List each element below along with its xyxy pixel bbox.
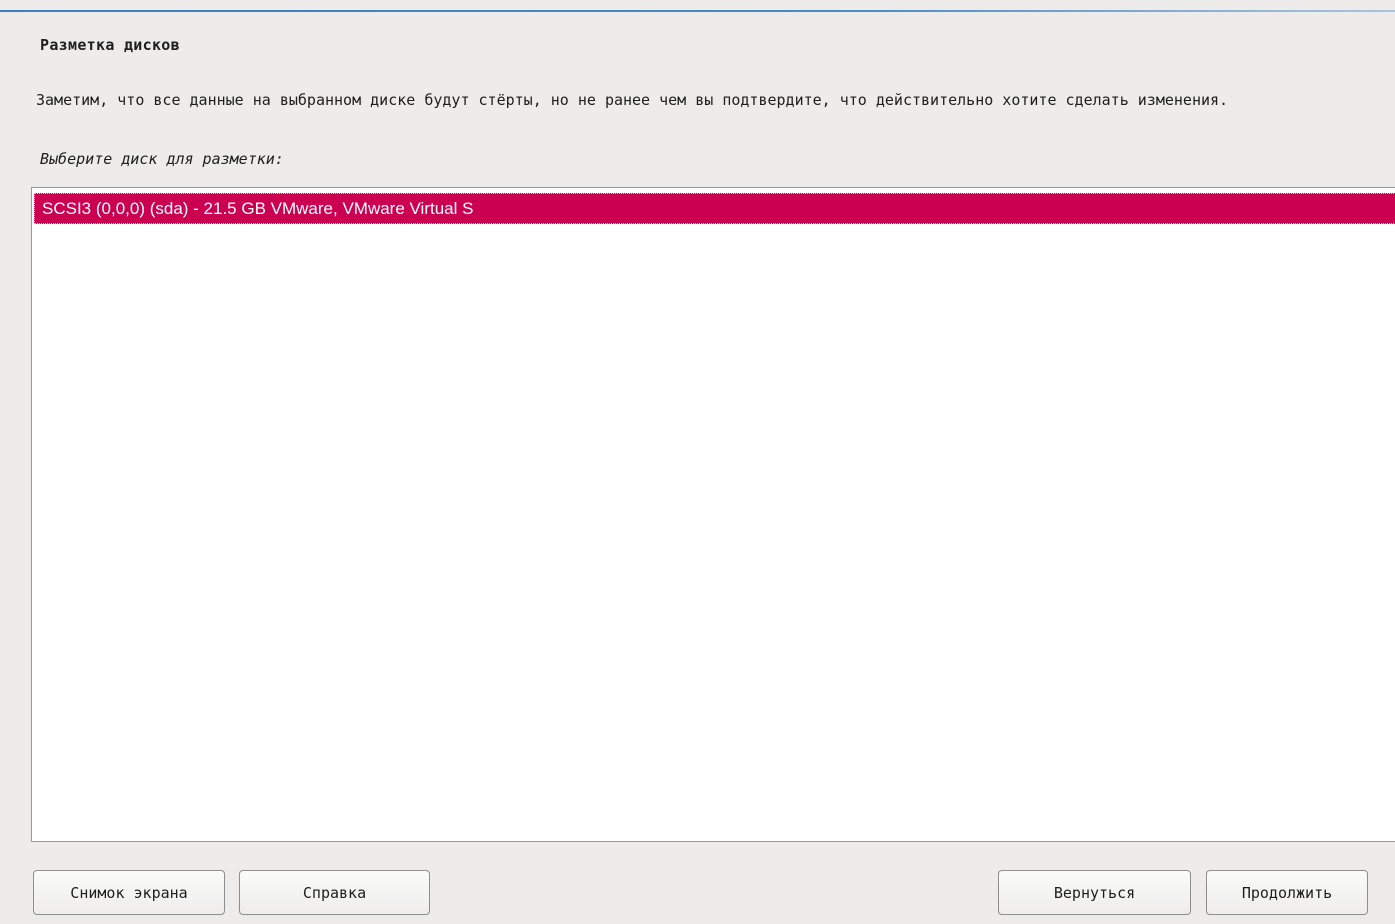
screenshot-button[interactable]: Снимок экрана (33, 870, 225, 915)
top-accent-bar (0, 0, 1395, 12)
continue-button[interactable]: Продолжить (1206, 870, 1368, 915)
installer-window: Разметка дисков Заметим, что все данные … (0, 0, 1395, 924)
description-text: Заметим, что все данные на выбранном дис… (36, 91, 1229, 109)
disk-list[interactable]: SCSI3 (0,0,0) (sda) - 21.5 GB VMware, VM… (31, 187, 1395, 842)
disk-list-item-label: SCSI3 (0,0,0) (sda) - 21.5 GB VMware, VM… (42, 199, 474, 218)
back-button[interactable]: Вернуться (998, 870, 1191, 915)
help-button[interactable]: Справка (239, 870, 430, 915)
disk-prompt-label: Выберите диск для разметки: (40, 150, 284, 168)
disk-list-item-sda[interactable]: SCSI3 (0,0,0) (sda) - 21.5 GB VMware, VM… (34, 193, 1395, 224)
page-title: Разметка дисков (40, 36, 180, 54)
